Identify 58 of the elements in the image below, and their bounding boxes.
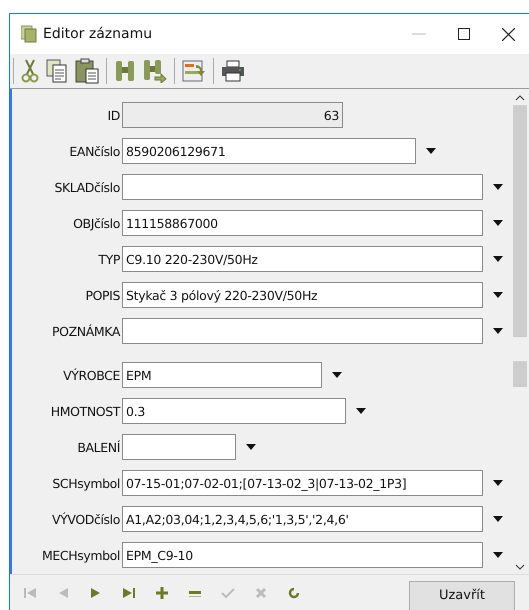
combo-field[interactable]: EPM_C9-10	[122, 542, 483, 568]
id-field: 63	[122, 102, 343, 128]
combo-field[interactable]: A1,A2;03,04;1,2,3,4,5,6;'1,3,5','2,4,6'	[122, 506, 483, 532]
dropdown-caret-icon[interactable]	[493, 184, 503, 190]
dropdown-caret-icon[interactable]	[493, 552, 503, 558]
combo-field[interactable]	[122, 318, 483, 344]
next-record-icon[interactable]	[88, 586, 102, 598]
insert-record-icon[interactable]	[154, 586, 168, 598]
last-record-icon[interactable]	[122, 586, 136, 598]
dropdown-caret-icon[interactable]	[493, 256, 503, 262]
dropdown-caret-icon[interactable]	[356, 408, 366, 414]
form-arrow-icon[interactable]	[182, 59, 206, 83]
refresh-record-icon[interactable]	[286, 586, 300, 598]
dropdown-caret-icon[interactable]	[332, 372, 342, 378]
dropdown-caret-icon[interactable]	[246, 444, 256, 450]
window-title: Editor záznamu	[43, 26, 154, 42]
dropdown-caret-icon[interactable]	[493, 292, 503, 298]
field-label: SKLADčíslo	[53, 180, 120, 194]
field-label: POZNÁMKA	[51, 324, 120, 338]
copy-icon[interactable]	[46, 59, 68, 83]
combo-field[interactable]: 111158867000	[122, 210, 483, 236]
dropdown-caret-icon[interactable]	[493, 516, 503, 522]
scrollbar-thumb[interactable]	[513, 361, 527, 387]
field-label: TYP	[97, 252, 120, 266]
binoculars-arrow-icon[interactable]	[143, 59, 167, 83]
dropdown-caret-icon[interactable]	[493, 328, 503, 334]
combo-field[interactable]: 07-15-01;07-02-01;[07-13-02_3|07-13-02_1P3]	[122, 470, 483, 496]
combo-field[interactable]	[122, 434, 236, 460]
field-label: EANčíslo	[68, 144, 120, 158]
combo-field[interactable]	[122, 174, 483, 200]
scrollbar-thumb[interactable]	[513, 105, 527, 337]
dropdown-caret-icon[interactable]	[426, 148, 436, 154]
combo-field[interactable]: 0.3	[122, 398, 346, 424]
field-label: VÝROBCE	[62, 368, 120, 382]
field-label: OBJčíslo	[72, 216, 120, 230]
dropdown-caret-icon[interactable]	[493, 220, 503, 226]
field-label: ID	[106, 108, 120, 122]
scroll-down-icon[interactable]	[515, 564, 525, 570]
field-label: HMOTNOST	[50, 404, 120, 418]
field-label: BALENÍ	[76, 440, 120, 454]
binoculars-icon[interactable]	[114, 60, 136, 82]
scissors-icon[interactable]	[21, 59, 39, 83]
field-label: VÝVODčíslo	[51, 512, 120, 526]
printer-icon[interactable]	[221, 60, 245, 82]
scroll-up-icon[interactable]	[515, 95, 525, 101]
maximize-icon[interactable]	[458, 28, 470, 40]
dropdown-caret-icon[interactable]	[493, 480, 503, 486]
combo-field[interactable]: Stykač 3 pólový 220-230V/50Hz	[122, 282, 483, 308]
field-label: POPIS	[84, 288, 120, 302]
combo-field[interactable]: EPM	[122, 362, 322, 388]
field-label: MECHsymbol	[41, 548, 120, 562]
combo-field[interactable]: 8590206129671	[122, 138, 416, 164]
paste-icon[interactable]	[75, 58, 99, 84]
close-button[interactable]: Uzavřít	[409, 580, 515, 610]
combo-field[interactable]: C9.10 220-230V/50Hz	[122, 246, 483, 272]
close-icon[interactable]	[502, 28, 515, 40]
app-icon	[21, 25, 37, 43]
field-label: SCHsymbol	[51, 476, 120, 490]
